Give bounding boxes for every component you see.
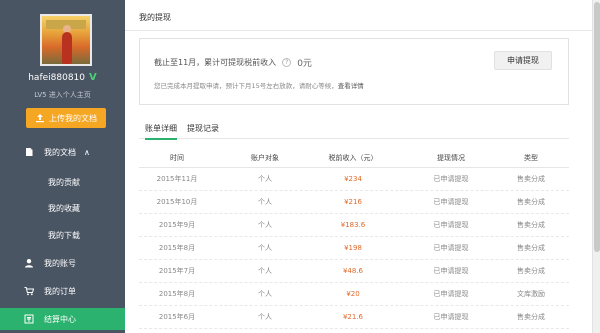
- cell-income: ¥234: [344, 175, 362, 183]
- avatar[interactable]: [40, 14, 92, 66]
- cell-status: 已申请提现: [433, 290, 469, 298]
- avatar-figure-shape: [62, 32, 72, 64]
- header-type: 类型: [524, 153, 538, 162]
- cell-type: 售卖分成: [517, 198, 545, 206]
- sidebar-item-label: 我的账号: [44, 258, 76, 268]
- level-row: LV5 进入个人主页: [0, 90, 125, 100]
- tab-bill-details[interactable]: 账单详细: [145, 123, 177, 140]
- cell-income: ¥48.6: [342, 267, 364, 275]
- table-row: 2015年8月 个人 ¥20 已申请提现 文库激励: [139, 283, 569, 306]
- home-link[interactable]: 进入个人主页: [49, 91, 91, 99]
- sidebar: hafei880810 V LV5 进入个人主页 上传我的文档 我的文档 ∧ 我的…: [0, 0, 125, 333]
- upload-icon: [35, 113, 45, 123]
- cell-status: 已申请提现: [433, 267, 469, 275]
- cell-type: 售卖分成: [517, 221, 545, 229]
- header-account: 账户对象: [251, 153, 279, 162]
- cell-time: 2015年8月: [158, 244, 196, 252]
- table-row: 2015年11月 个人 ¥234 已申请提现 售卖分成: [139, 168, 569, 191]
- user-icon: [24, 258, 34, 268]
- cell-income: ¥183.6: [340, 221, 366, 229]
- cell-status: 已申请提现: [433, 244, 469, 252]
- sidebar-item-account[interactable]: 我的账号: [0, 253, 125, 273]
- sidebar-item-label: 我的文档: [44, 147, 76, 157]
- upload-doc-label: 上传我的文档: [49, 113, 97, 123]
- cell-time: 2015年8月: [158, 290, 196, 298]
- cell-income: ¥198: [344, 244, 362, 252]
- scrollbar[interactable]: [592, 0, 600, 333]
- table-header-row: 时间 账户对象 税前收入（元） 提现情况 类型: [139, 148, 569, 168]
- settlement-icon: [24, 314, 34, 324]
- cell-time: 2015年7月: [158, 267, 196, 275]
- table-row: 2015年8月 个人 ¥198 已申请提现 售卖分成: [139, 237, 569, 260]
- sidebar-subitem-downloads[interactable]: 我的下载: [48, 227, 80, 243]
- help-icon[interactable]: ?: [282, 58, 292, 67]
- upload-doc-button[interactable]: 上传我的文档: [26, 108, 106, 128]
- cell-account: 个人: [258, 198, 272, 206]
- cell-time: 2015年9月: [158, 221, 196, 229]
- bill-table: 时间 账户对象 税前收入（元） 提现情况 类型 2015年11月 个人 ¥234…: [139, 148, 569, 329]
- cell-time: 2015年10月: [156, 198, 198, 206]
- cell-account: 个人: [258, 244, 272, 252]
- summary-note: 您已完成本月提取申请，预计下月15号左右放款，请耐心等候，查看详情: [154, 80, 364, 90]
- sidebar-item-my-docs[interactable]: 我的文档 ∧: [0, 142, 125, 162]
- sidebar-item-label: 我的订单: [44, 286, 76, 296]
- table-row: 2015年7月 个人 ¥48.6 已申请提现 售卖分成: [139, 260, 569, 283]
- cell-account: 个人: [258, 221, 272, 229]
- user-level: LV5: [34, 91, 47, 99]
- document-icon: [24, 147, 34, 157]
- table-row: 2015年10月 个人 ¥216 已申请提现 售卖分成: [139, 191, 569, 214]
- verified-icon: V: [89, 72, 97, 83]
- summary-note-text: 您已完成本月提取申请，预计下月15号左右放款，请耐心等候，: [154, 82, 338, 90]
- withdrawable-amount: 0元: [297, 59, 312, 69]
- table-body: 2015年11月 个人 ¥234 已申请提现 售卖分成 2015年10月 个人 …: [139, 168, 569, 329]
- sidebar-item-label: 我的收藏: [48, 203, 80, 213]
- sidebar-item-label: 我的下载: [48, 230, 80, 240]
- divider: [125, 30, 592, 31]
- view-details-link[interactable]: 查看详情: [338, 82, 364, 90]
- cell-type: 售卖分成: [517, 175, 545, 183]
- cell-type: 售卖分成: [517, 267, 545, 275]
- tabs: 账单详细 提现记录: [139, 123, 569, 140]
- header-income: 税前收入（元）: [328, 153, 378, 162]
- cell-income: ¥20: [346, 290, 360, 298]
- sidebar-item-label: 我的贡献: [48, 177, 80, 187]
- sidebar-subitem-contributions[interactable]: 我的贡献: [48, 174, 80, 190]
- cell-time: 2015年11月: [156, 175, 198, 183]
- cell-time: 2015年6月: [158, 313, 196, 321]
- cell-account: 个人: [258, 290, 272, 298]
- cell-income: ¥21.6: [342, 313, 364, 321]
- cell-status: 已申请提现: [433, 198, 469, 206]
- cell-account: 个人: [258, 175, 272, 183]
- header-status: 提现情况: [437, 153, 465, 162]
- cell-account: 个人: [258, 267, 272, 275]
- cell-type: 售卖分成: [517, 313, 545, 321]
- table-row: 2015年6月 个人 ¥21.6 已申请提现 售卖分成: [139, 306, 569, 329]
- cell-income: ¥216: [344, 198, 362, 206]
- apply-withdraw-button[interactable]: 申请提现: [494, 51, 552, 70]
- username[interactable]: hafei880810: [28, 73, 85, 83]
- cart-icon: [24, 286, 34, 296]
- tab-withdraw-records[interactable]: 提现记录: [187, 123, 219, 134]
- sidebar-item-settlement[interactable]: 结算中心: [0, 308, 125, 330]
- withdraw-summary-box: 截止至11月，累计可提现税前收入 ? 0元 您已完成本月提取申请，预计下月15号…: [139, 38, 569, 105]
- cell-type: 售卖分成: [517, 244, 545, 252]
- cell-status: 已申请提现: [433, 175, 469, 183]
- cell-account: 个人: [258, 313, 272, 321]
- summary-line: 截止至11月，累计可提现税前收入 ? 0元: [154, 56, 312, 69]
- sidebar-item-orders[interactable]: 我的订单: [0, 281, 125, 301]
- header-time: 时间: [170, 153, 184, 162]
- page-title: 我的提现: [139, 13, 171, 22]
- cell-type: 文库激励: [517, 290, 545, 298]
- sidebar-subitem-favorites[interactable]: 我的收藏: [48, 200, 80, 216]
- sidebar-item-label: 结算中心: [44, 314, 76, 324]
- summary-text: 截止至11月，累计可提现税前收入: [154, 58, 277, 67]
- table-row: 2015年9月 个人 ¥183.6 已申请提现 售卖分成: [139, 214, 569, 237]
- scrollbar-thumb[interactable]: [594, 2, 600, 252]
- main-content: 我的提现 截止至11月，累计可提现税前收入 ? 0元 您已完成本月提取申请，预计…: [125, 0, 592, 333]
- cell-status: 已申请提现: [433, 221, 469, 229]
- chevron-up-icon: ∧: [84, 147, 90, 157]
- username-row: hafei880810 V: [0, 72, 125, 83]
- cell-status: 已申请提现: [433, 313, 469, 321]
